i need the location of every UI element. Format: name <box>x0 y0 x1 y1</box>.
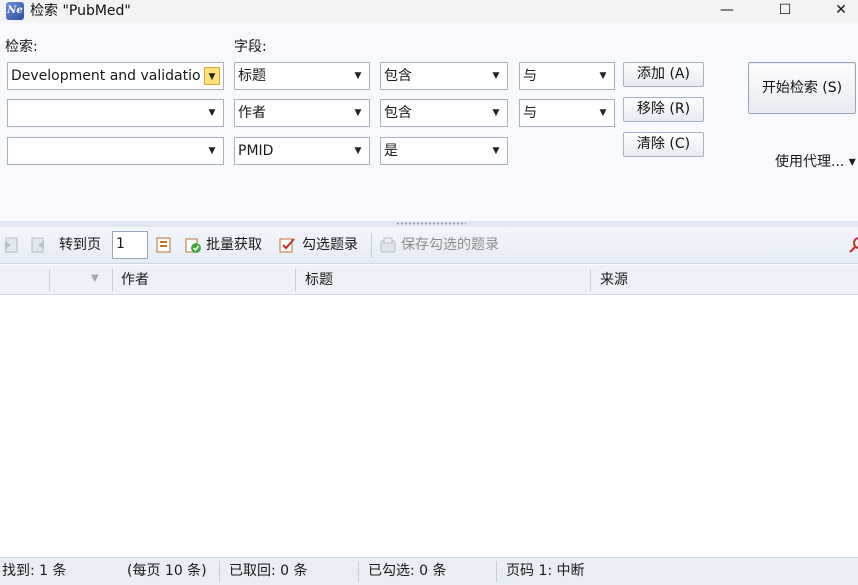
status-page: 页码 1: 中断 <box>506 563 585 579</box>
field-select-3[interactable]: PMID ▼ <box>234 137 370 165</box>
batch-fetch-label[interactable]: 批量获取 <box>206 236 262 254</box>
column-divider[interactable] <box>49 269 50 291</box>
status-per-page: (每页 10 条) <box>127 563 207 579</box>
page-forward-icon[interactable] <box>29 236 47 254</box>
check-records-label[interactable]: 勾选题录 <box>302 236 358 254</box>
maximize-button[interactable]: ☐ <box>762 0 808 22</box>
logic-select-value: 与 <box>523 105 537 121</box>
search-term-input-2[interactable]: ▼ <box>7 99 224 127</box>
batch-fetch-icon[interactable] <box>184 236 202 254</box>
results-grid-body[interactable] <box>0 295 858 557</box>
chevron-down-icon[interactable]: ▼ <box>204 67 220 85</box>
chevron-down-icon[interactable]: ▼ <box>350 104 366 122</box>
app-logo-icon: Ne <box>6 2 24 20</box>
chevron-down-icon[interactable]: ▼ <box>350 142 366 160</box>
search-term-value: Development and validatio <box>11 68 201 84</box>
chevron-down-icon[interactable]: ▼ <box>595 67 611 85</box>
status-checked: 已勾选: 0 条 <box>368 563 447 579</box>
search-tool-icon[interactable] <box>848 236 858 254</box>
goto-page-icon[interactable] <box>155 236 173 254</box>
remove-button[interactable]: 移除 (R) <box>623 97 704 122</box>
condition-select-1[interactable]: 包含 ▼ <box>380 62 508 90</box>
column-header-title[interactable]: 标题 <box>305 271 333 289</box>
field-select-1[interactable]: 标题 ▼ <box>234 62 370 90</box>
close-button[interactable]: ✕ <box>818 0 858 22</box>
column-header-author[interactable]: 作者 <box>121 271 149 289</box>
logic-select-value: 与 <box>523 68 537 84</box>
save-records-icon <box>380 237 396 253</box>
start-search-button[interactable]: 开始检索 (S) <box>748 62 856 114</box>
field-label: 字段: <box>234 39 267 55</box>
search-term-input-3[interactable]: ▼ <box>7 137 224 165</box>
splitter-grip-icon[interactable] <box>396 222 466 225</box>
save-records-label: 保存勾选的题录 <box>401 237 499 253</box>
goto-page-label: 转到页 <box>59 237 101 253</box>
sort-arrow-icon[interactable]: ▼ <box>91 273 99 284</box>
minimize-button[interactable]: — <box>704 0 750 22</box>
field-select-2[interactable]: 作者 ▼ <box>234 99 370 127</box>
field-select-value: 标题 <box>238 68 266 84</box>
status-bar: 找到: 1 条 (每页 10 条) 已取回: 0 条 已勾选: 0 条 页码 1… <box>0 557 858 585</box>
logic-select-2[interactable]: 与 ▼ <box>519 99 615 127</box>
chevron-down-icon[interactable]: ▼ <box>204 104 220 122</box>
field-select-value: PMID <box>238 143 274 159</box>
search-term-input-1[interactable]: Development and validatio ▼ <box>7 62 224 90</box>
chevron-down-icon[interactable]: ▼ <box>488 142 504 160</box>
page-number-input[interactable]: 1 <box>112 231 148 259</box>
condition-select-value: 包含 <box>384 68 412 84</box>
status-divider <box>496 561 497 582</box>
condition-select-3[interactable]: 是 ▼ <box>380 137 508 165</box>
search-label: 检索: <box>5 39 38 55</box>
field-select-value: 作者 <box>238 105 266 121</box>
toolbar-separator <box>371 233 372 258</box>
condition-select-value: 是 <box>384 143 398 159</box>
clear-button[interactable]: 清除 (C) <box>623 132 704 157</box>
status-divider <box>358 561 359 582</box>
chevron-down-icon[interactable]: ▼ <box>488 67 504 85</box>
status-found: 找到: 1 条 <box>2 563 67 579</box>
use-proxy-dropdown[interactable]: 使用代理... ▾ <box>775 153 856 171</box>
condition-select-value: 包含 <box>384 105 412 121</box>
chevron-down-icon[interactable]: ▼ <box>204 142 220 160</box>
chevron-down-icon[interactable]: ▼ <box>488 104 504 122</box>
condition-select-2[interactable]: 包含 ▼ <box>380 99 508 127</box>
results-grid-header: ▼ 作者 标题 来源 <box>0 265 858 295</box>
column-divider[interactable] <box>590 269 591 291</box>
status-divider <box>219 561 220 582</box>
window-title: 检索 "PubMed" <box>30 3 131 19</box>
title-bar: Ne 检索 "PubMed" — ☐ ✕ <box>0 0 858 22</box>
column-header-source[interactable]: 来源 <box>600 271 628 289</box>
chevron-down-icon[interactable]: ▼ <box>595 104 611 122</box>
logic-select-1[interactable]: 与 ▼ <box>519 62 615 90</box>
column-divider[interactable] <box>112 269 113 291</box>
chevron-down-icon[interactable]: ▼ <box>350 67 366 85</box>
column-divider[interactable] <box>295 269 296 291</box>
add-button[interactable]: 添加 (A) <box>623 62 704 87</box>
results-toolbar: 转到页 1 批量获取 勾选题录 保存勾选的题录 <box>0 227 858 264</box>
search-panel: 检索: 字段: Development and validatio ▼ 标题 ▼… <box>0 22 858 221</box>
check-records-icon[interactable] <box>278 236 296 254</box>
page-back-icon[interactable] <box>2 236 20 254</box>
status-retrieved: 已取回: 0 条 <box>229 563 308 579</box>
